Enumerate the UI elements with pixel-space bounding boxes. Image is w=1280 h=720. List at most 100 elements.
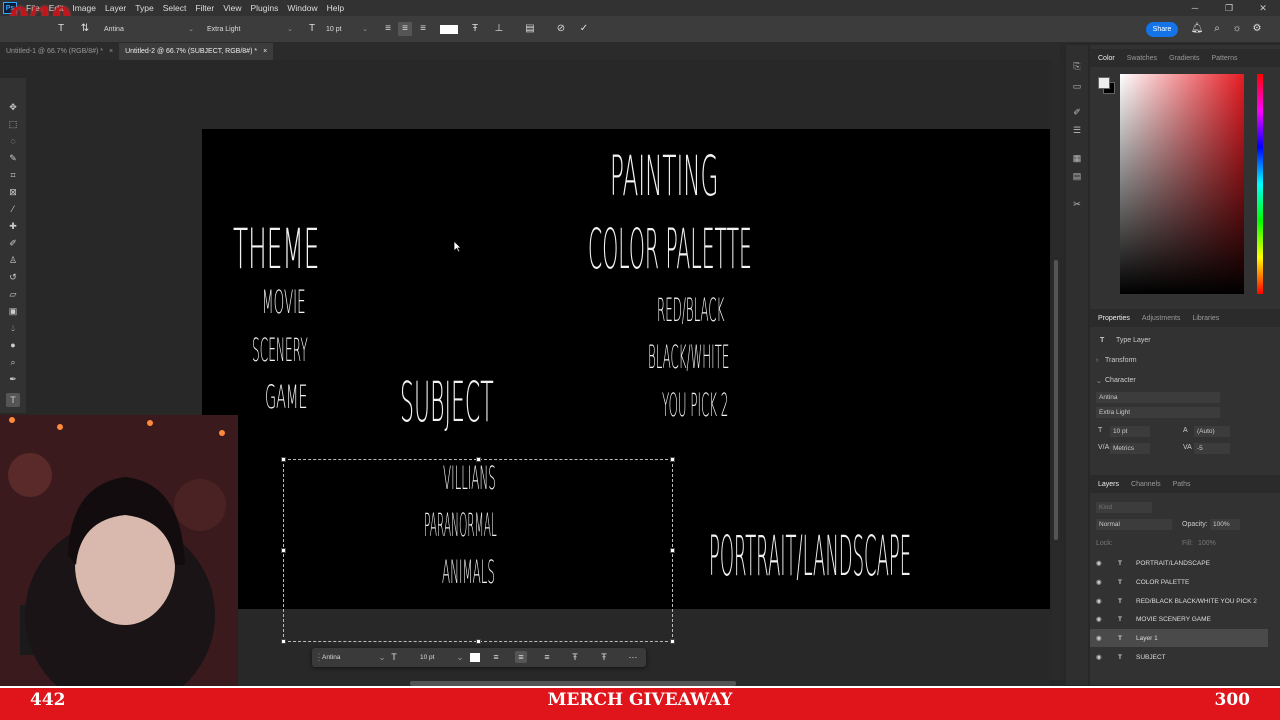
tab-channels[interactable]: Channels (1131, 481, 1161, 488)
canvas-text-game[interactable]: GAME (265, 378, 308, 416)
blur-tool-icon[interactable]: 💧︎ (6, 321, 20, 335)
tab-untitled-2[interactable]: Untitled-2 @ 66.7% (SUBJECT, RGB/8#) * × (119, 43, 274, 60)
align-right-icon[interactable]: ≡ (541, 651, 553, 663)
prop-font-style[interactable]: Extra Light (1096, 407, 1220, 418)
tab-libraries[interactable]: Libraries (1192, 315, 1219, 322)
transform-handle[interactable] (281, 457, 286, 462)
healing-tool-icon[interactable]: ✚ (6, 219, 20, 233)
align-left-icon[interactable]: ≡ (381, 22, 395, 36)
dodge-tool-icon[interactable]: ● (6, 338, 20, 352)
tab-patterns[interactable]: Patterns (1211, 55, 1237, 62)
transform-handle[interactable] (476, 639, 481, 644)
eyedropper-tool-icon[interactable]: ⁄ (6, 202, 20, 216)
more-options-icon[interactable]: ⋯ (627, 651, 639, 663)
type-tool-icon[interactable]: T (6, 393, 20, 407)
menu-view[interactable]: View (223, 3, 241, 13)
layer-row[interactable]: ◉ T PORTRAIT/LANDSCAPE (1090, 554, 1268, 572)
eye-icon[interactable]: ◉ (1096, 578, 1106, 586)
marquee-tool-icon[interactable]: ⬚ (6, 117, 20, 131)
warp-text-icon[interactable]: Ŧ (468, 22, 482, 36)
commit-check-icon[interactable]: ✓ (577, 22, 591, 36)
canvas-text-black-white[interactable]: BLACK/WHITE (648, 338, 729, 376)
transform-handle[interactable] (281, 548, 286, 553)
lightbulb-icon[interactable]: ☼ (1230, 22, 1244, 36)
tab-color[interactable]: Color (1098, 55, 1115, 62)
eraser-tool-icon[interactable]: ▱ (6, 287, 20, 301)
close-window-icon[interactable]: ✕ (1246, 3, 1280, 14)
gradient-tool-icon[interactable]: ▣ (6, 304, 20, 318)
canvas-text-theme[interactable]: THEME (233, 217, 319, 281)
font-family-select[interactable]: Antina ⌄ (101, 23, 197, 36)
magnify-tool-icon[interactable]: ⌕ (6, 355, 20, 369)
layer-filter-kind[interactable]: Kind (1096, 502, 1152, 513)
tab-gradients[interactable]: Gradients (1169, 55, 1199, 62)
tab-layers[interactable]: Layers (1098, 481, 1119, 488)
canvas-text-color-palette[interactable]: COLOR PALETTE (588, 217, 752, 281)
history-brush-tool-icon[interactable]: ↺ (6, 270, 20, 284)
search-icon[interactable]: ⌕ (1210, 22, 1224, 36)
notes-icon[interactable]: ▤ (1070, 171, 1084, 183)
menu-type[interactable]: Type (135, 3, 153, 13)
hue-slider[interactable] (1257, 74, 1263, 294)
layer-row[interactable]: ◉ T RED/BLACK BLACK/WHITE YOU PICK 2 (1090, 592, 1268, 610)
text-color-swatch[interactable] (440, 25, 458, 34)
brush-settings-icon[interactable]: ✐ (1070, 107, 1084, 119)
share-button[interactable]: Share (1146, 22, 1178, 37)
crop-tool-icon[interactable]: ⌗ (6, 168, 20, 182)
align-center-icon[interactable]: ≡ (515, 651, 527, 663)
comment-icon[interactable]: ▭ (1070, 81, 1084, 93)
eye-icon[interactable]: ◉ (1096, 653, 1106, 661)
close-icon[interactable]: × (109, 48, 113, 55)
prop-kerning[interactable]: Metrics (1110, 443, 1150, 454)
chevron-down-icon[interactable]: ⌄ (376, 651, 388, 663)
opacity-value[interactable]: 100% (1210, 519, 1240, 530)
menu-window[interactable]: Window (287, 3, 317, 13)
menu-layer[interactable]: Layer (105, 3, 126, 13)
canvas-text-you-pick-2[interactable]: YOU PICK 2 (662, 386, 728, 424)
scroll-thumb[interactable] (1054, 260, 1058, 540)
transform-handle[interactable] (670, 548, 675, 553)
font-size-select[interactable]: 10 pt ⌄ (323, 23, 371, 36)
frame-tool-icon[interactable]: ⊠ (6, 185, 20, 199)
transform-section[interactable]: Transform (1105, 357, 1137, 364)
layer-row[interactable]: ◉ T Layer 1 (1090, 629, 1268, 647)
fill-value[interactable]: 100% (1198, 540, 1216, 547)
type-tool-icon[interactable]: T (54, 22, 68, 36)
close-icon[interactable]: × (263, 48, 267, 55)
text-color-swatch[interactable] (470, 653, 480, 662)
eye-icon[interactable]: ◉ (1096, 634, 1106, 642)
canvas-text-scenery[interactable]: SCENERY (252, 331, 308, 369)
eye-icon[interactable]: ◉ (1096, 559, 1106, 567)
ctx-font-family[interactable]: Antina (322, 652, 340, 663)
prop-tracking[interactable]: -5 (1194, 443, 1230, 454)
canvas-text-red-black[interactable]: RED/BLACK (657, 291, 724, 329)
3d-icon[interactable]: ⊥ (492, 22, 506, 36)
align-center-icon[interactable]: ≡ (398, 22, 412, 36)
menu-select[interactable]: Select (163, 3, 187, 13)
tab-swatches[interactable]: Swatches (1127, 55, 1157, 62)
ctx-font-size[interactable]: 10 pt (420, 652, 434, 663)
canvas-text-movie[interactable]: MOVIE (262, 283, 306, 321)
cancel-icon[interactable]: ⊘ (554, 22, 568, 36)
transform-handle[interactable] (670, 639, 675, 644)
foreground-color-swatch[interactable] (1098, 77, 1110, 89)
layer-row[interactable]: ◉ T SUBJECT (1090, 648, 1268, 666)
history-icon[interactable]: ⎘ (1070, 61, 1084, 73)
tab-properties[interactable]: Properties (1098, 315, 1130, 322)
menu-image[interactable]: Image (72, 3, 96, 13)
canvas-text-subject[interactable]: SUBJECT (400, 370, 494, 434)
adjustments-icon[interactable]: ☰ (1070, 125, 1084, 137)
transform-handle[interactable] (670, 457, 675, 462)
restore-icon[interactable]: ❐ (1212, 3, 1246, 14)
text-bounding-box[interactable] (281, 457, 675, 644)
layer-row[interactable]: ◉ T MOVIE SCENERY GAME (1090, 610, 1268, 628)
menu-plugins[interactable]: Plugins (250, 3, 278, 13)
font-style-select[interactable]: Extra Light ⌄ (204, 23, 296, 36)
transform-handle[interactable] (281, 639, 286, 644)
eye-icon[interactable]: ◉ (1096, 597, 1106, 605)
text-orientation-icon[interactable]: ⇅ (78, 22, 92, 36)
menu-help[interactable]: Help (327, 3, 344, 13)
pen-tool-icon[interactable]: ✒ (6, 372, 20, 386)
lasso-tool-icon[interactable]: ◌ (6, 134, 20, 148)
tab-paths[interactable]: Paths (1173, 481, 1191, 488)
